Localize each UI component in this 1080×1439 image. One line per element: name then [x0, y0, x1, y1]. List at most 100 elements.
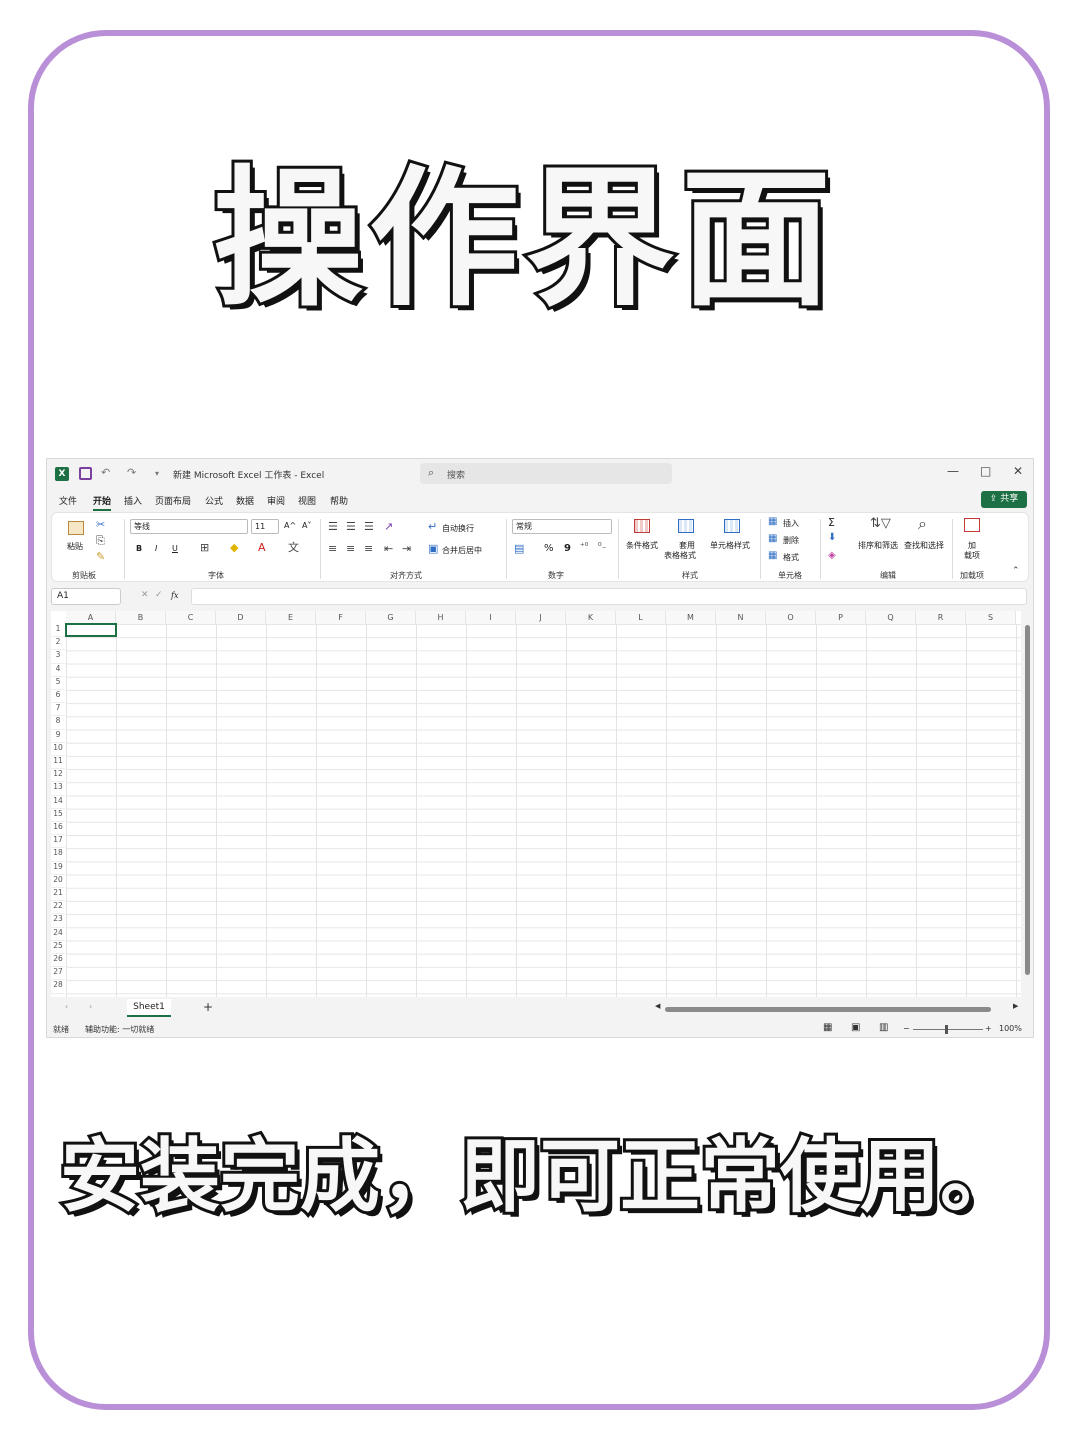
- menu-help[interactable]: 帮助: [330, 494, 348, 507]
- row-header[interactable]: 24: [51, 928, 65, 941]
- row-header[interactable]: 19: [51, 862, 65, 875]
- row-header[interactable]: 23: [51, 914, 65, 928]
- sheet-tab-sheet1[interactable]: Sheet1: [127, 999, 171, 1017]
- borders-icon[interactable]: ⊞: [200, 542, 209, 553]
- align-left-icon[interactable]: ≡: [328, 543, 337, 554]
- conditional-format-icon[interactable]: [634, 519, 650, 533]
- menu-home[interactable]: 开始: [93, 494, 112, 511]
- formula-input[interactable]: [191, 588, 1027, 605]
- format-as-table-icon[interactable]: [678, 519, 694, 533]
- align-right-icon[interactable]: ≡: [364, 543, 373, 554]
- column-header[interactable]: O: [766, 611, 816, 624]
- column-header[interactable]: L: [616, 611, 666, 624]
- row-header[interactable]: 13: [51, 782, 65, 796]
- orientation-icon[interactable]: ↗: [384, 521, 393, 532]
- row-header[interactable]: 8: [51, 716, 65, 730]
- active-cell[interactable]: [65, 623, 117, 637]
- share-button[interactable]: ⇪ 共享: [981, 491, 1027, 508]
- menu-insert[interactable]: 插入: [124, 494, 142, 507]
- maximize-button[interactable]: □: [980, 464, 991, 478]
- scroll-right-icon[interactable]: ▶: [1013, 1002, 1018, 1010]
- row-header[interactable]: 7: [51, 703, 65, 717]
- align-bottom-icon[interactable]: ☰: [364, 521, 374, 532]
- column-header[interactable]: P: [816, 611, 866, 624]
- row-header[interactable]: 11: [51, 756, 65, 770]
- row-header[interactable]: 16: [51, 822, 65, 836]
- cancel-entry-icon[interactable]: ✕: [141, 591, 149, 600]
- clear-icon[interactable]: ◈: [828, 551, 836, 561]
- save-icon[interactable]: [79, 467, 92, 480]
- page-break-view-icon[interactable]: ▥: [879, 1022, 888, 1033]
- undo-icon[interactable]: ↶: [101, 466, 110, 479]
- increase-decimal-icon[interactable]: ⁺⁰: [580, 543, 588, 552]
- fill-color-icon[interactable]: ◆: [230, 542, 238, 553]
- zoom-out-icon[interactable]: −: [903, 1024, 910, 1033]
- zoom-in-icon[interactable]: +: [985, 1024, 992, 1033]
- column-header[interactable]: S: [966, 611, 1016, 624]
- decrease-decimal-icon[interactable]: ⁰₋: [598, 543, 606, 552]
- confirm-entry-icon[interactable]: ✓: [155, 591, 163, 600]
- accessibility-status[interactable]: 辅助功能: 一切就绪: [85, 1024, 154, 1035]
- percent-button[interactable]: %: [544, 543, 554, 554]
- close-button[interactable]: ✕: [1013, 464, 1023, 478]
- column-header[interactable]: F: [316, 611, 366, 624]
- scroll-left-icon[interactable]: ◀: [655, 1002, 660, 1010]
- prev-sheet-icon[interactable]: ‹: [65, 1002, 68, 1011]
- row-header[interactable]: 3: [51, 650, 65, 664]
- column-header[interactable]: C: [166, 611, 216, 624]
- column-header[interactable]: J: [516, 611, 566, 624]
- menu-page-layout[interactable]: 页面布局: [155, 494, 191, 507]
- column-header[interactable]: K: [566, 611, 616, 624]
- align-center-icon[interactable]: ≡: [346, 543, 355, 554]
- row-header[interactable]: 27: [51, 967, 65, 981]
- wrap-text-button[interactable]: 自动换行: [442, 523, 474, 534]
- row-header[interactable]: 9: [51, 730, 65, 743]
- column-header[interactable]: E: [266, 611, 316, 624]
- fill-icon[interactable]: ⬇: [828, 533, 836, 543]
- shrink-font-button[interactable]: A˅: [302, 521, 311, 530]
- worksheet[interactable]: ABCDEFGHIJKLMNOPQRS 1 2 3 4 5 6 7 8 9 10 11 12 13 14 1…: [51, 611, 1021, 997]
- find-select-icon[interactable]: ⌕: [918, 516, 927, 532]
- row-header[interactable]: 28: [51, 980, 65, 994]
- page-layout-view-icon[interactable]: ▣: [851, 1022, 860, 1033]
- column-header[interactable]: D: [216, 611, 266, 624]
- menu-formulas[interactable]: 公式: [205, 494, 223, 507]
- row-header[interactable]: 5: [51, 677, 65, 690]
- accounting-format-icon[interactable]: ▤: [514, 543, 524, 554]
- format-cells-button[interactable]: 格式: [783, 552, 799, 563]
- merge-center-button[interactable]: 合并后居中: [442, 545, 482, 556]
- row-header[interactable]: 21: [51, 888, 65, 902]
- menu-data[interactable]: 数据: [236, 494, 254, 507]
- column-header[interactable]: R: [916, 611, 966, 624]
- comma-button[interactable]: 9: [564, 543, 571, 554]
- horizontal-scroll-thumb[interactable]: [665, 1007, 991, 1012]
- row-header[interactable]: 1: [51, 624, 65, 638]
- bold-button[interactable]: B: [136, 544, 142, 553]
- vertical-scroll-thumb[interactable]: [1025, 625, 1030, 975]
- search-box[interactable]: ⌕ 搜索: [420, 463, 672, 484]
- row-header[interactable]: 25: [51, 941, 65, 954]
- zoom-slider[interactable]: [913, 1029, 983, 1030]
- underline-button[interactable]: U: [172, 544, 178, 553]
- font-name-select[interactable]: 等线: [130, 519, 248, 534]
- column-header[interactable]: N: [716, 611, 766, 624]
- paste-icon[interactable]: [68, 521, 84, 535]
- copy-icon[interactable]: ⎘: [96, 535, 105, 546]
- column-header[interactable]: Q: [866, 611, 916, 624]
- italic-button[interactable]: I: [155, 544, 157, 553]
- number-format-select[interactable]: 常规: [512, 519, 612, 534]
- format-painter-icon[interactable]: ✎: [96, 551, 105, 562]
- zoom-slider-knob[interactable]: [945, 1025, 948, 1034]
- row-header[interactable]: 12: [51, 769, 65, 783]
- column-header[interactable]: B: [116, 611, 166, 624]
- align-top-icon[interactable]: ☰: [328, 521, 338, 532]
- column-header[interactable]: I: [466, 611, 516, 624]
- row-header[interactable]: 2: [51, 637, 65, 651]
- menu-file[interactable]: 文件: [59, 494, 77, 507]
- row-header[interactable]: 20: [51, 875, 65, 888]
- collapse-ribbon-icon[interactable]: ⌃: [1012, 567, 1020, 576]
- increase-indent-icon[interactable]: ⇥: [402, 543, 411, 554]
- column-header[interactable]: G: [366, 611, 416, 624]
- insert-cells-button[interactable]: 插入: [783, 518, 799, 529]
- name-box[interactable]: A1: [51, 588, 121, 605]
